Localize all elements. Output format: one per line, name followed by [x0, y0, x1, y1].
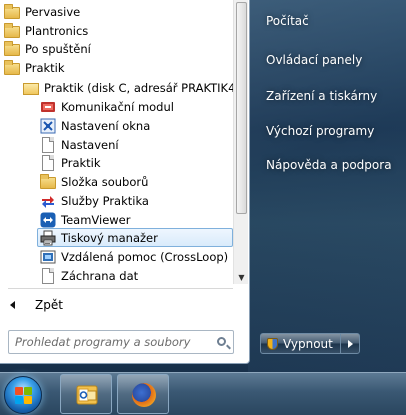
- right-item-napoveda-a-podpora[interactable]: Nápověda a podpora: [266, 158, 392, 172]
- program-label: Vzdálená pomoc (CrossLoop): [61, 249, 229, 264]
- program-folder-pervasive[interactable]: Pervasive: [4, 2, 80, 21]
- folder-icon: [4, 59, 20, 75]
- folder-icon: [40, 173, 56, 189]
- shutdown-button-group: Vypnout: [260, 333, 360, 354]
- program-folder-praktik-disk-c[interactable]: Praktik (disk C, adresář PRAKTIK4): [23, 78, 233, 97]
- program-label: Praktik: [61, 155, 101, 170]
- taskbar-outlook-button[interactable]: [60, 374, 112, 414]
- comm-module-icon: [40, 99, 56, 115]
- program-label: Po spuštění: [25, 41, 91, 56]
- program-vzdalena-pomoc[interactable]: Vzdálená pomoc (CrossLoop): [40, 247, 228, 266]
- program-label: Praktik: [25, 60, 65, 75]
- program-tiskovy-manazer[interactable]: Tiskový manažer: [37, 228, 233, 247]
- search-placeholder: Prohledat programy a soubory: [15, 335, 191, 349]
- programs-scrollbar[interactable]: ▼: [233, 0, 248, 284]
- back-label: Zpět: [35, 298, 63, 312]
- program-label: Komunikační modul: [61, 99, 174, 114]
- program-label: Nastavení okna: [61, 118, 151, 133]
- program-label: Nastavení: [61, 137, 119, 152]
- window-settings-icon: [40, 118, 56, 134]
- document-icon: [42, 267, 54, 284]
- folder-icon: [4, 40, 20, 56]
- outlook-icon: [75, 383, 99, 407]
- program-praktik[interactable]: Praktik: [40, 153, 101, 172]
- shutdown-button[interactable]: Vypnout: [261, 334, 341, 353]
- services-icon: [40, 193, 56, 209]
- program-slozka-souboru[interactable]: Složka souborů: [40, 172, 148, 191]
- document-icon: [42, 136, 54, 153]
- folder-icon: [4, 3, 20, 19]
- program-zachrana-dat[interactable]: Záchrana dat: [40, 266, 138, 284]
- taskbar-firefox-button[interactable]: [117, 374, 169, 414]
- scrollbar-thumb[interactable]: [236, 2, 247, 214]
- search-icon[interactable]: [217, 337, 226, 346]
- program-komunikacni-modul[interactable]: Komunikační modul: [40, 97, 174, 116]
- right-item-pocitac[interactable]: Počítač: [266, 14, 309, 28]
- shutdown-label: Vypnout: [283, 336, 333, 351]
- back-button[interactable]: Zpět: [10, 296, 63, 314]
- program-sluzby-praktika[interactable]: Služby Praktika: [40, 191, 149, 210]
- program-label: Složka souborů: [61, 174, 149, 189]
- remote-help-icon: [40, 249, 56, 265]
- teamviewer-icon: [40, 212, 56, 228]
- program-label: Tiskový manažer: [61, 230, 158, 245]
- program-label: Praktik (disk C, adresář PRAKTIK4): [44, 80, 233, 95]
- right-item-zarizeni-a-tiskarny[interactable]: Zařízení a tiskárny: [266, 89, 377, 103]
- search-input[interactable]: Prohledat programy a soubory: [8, 330, 234, 354]
- scroll-down-arrow-icon[interactable]: ▼: [237, 273, 246, 282]
- printer-icon: [40, 230, 56, 246]
- uac-shield-icon: [267, 337, 278, 350]
- right-item-ovladaci-panely[interactable]: Ovládací panely: [266, 53, 362, 67]
- program-nastaveni[interactable]: Nastavení: [40, 135, 119, 154]
- document-icon: [42, 154, 54, 171]
- program-teamviewer[interactable]: TeamViewer: [40, 210, 131, 229]
- chevron-right-icon: [347, 339, 353, 348]
- program-label: Záchrana dat: [61, 268, 139, 283]
- folder-open-icon: [23, 82, 39, 95]
- back-arrow-icon: [10, 301, 15, 309]
- program-folder-praktik[interactable]: Praktik: [4, 58, 65, 77]
- program-folder-plantronics[interactable]: Plantronics: [4, 21, 88, 40]
- folder-icon: [4, 22, 20, 38]
- divider: [8, 288, 233, 289]
- firefox-icon: [132, 383, 156, 407]
- windows-logo-icon: [15, 387, 33, 405]
- start-menu-left-panel: Pervasive Plantronics Po spuštění Prakti…: [0, 0, 250, 364]
- program-folder-po-spusteni[interactable]: Po spuštění: [4, 39, 91, 58]
- program-label: TeamViewer: [61, 212, 131, 227]
- right-item-vychozi-programy[interactable]: Výchozí programy: [266, 124, 374, 138]
- program-label: Pervasive: [25, 4, 81, 19]
- program-nastaveni-okna[interactable]: Nastavení okna: [40, 116, 150, 135]
- program-label: Plantronics: [25, 23, 89, 38]
- start-button[interactable]: [4, 376, 42, 414]
- program-label: Služby Praktika: [61, 193, 149, 208]
- all-programs-list: Pervasive Plantronics Po spuštění Prakti…: [0, 0, 233, 284]
- shutdown-options-button[interactable]: [341, 334, 359, 353]
